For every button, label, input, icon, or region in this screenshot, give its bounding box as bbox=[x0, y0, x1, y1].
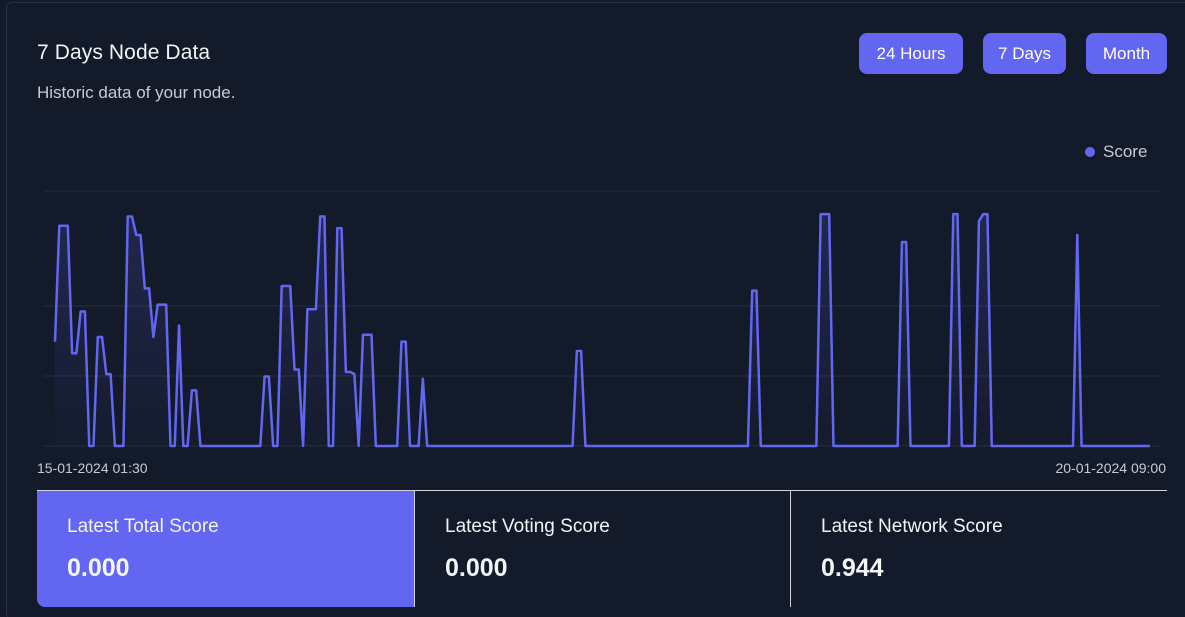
stat-value: 0.000 bbox=[445, 554, 508, 582]
stats-row: Latest Total Score 0.000 Latest Voting S… bbox=[37, 490, 1167, 607]
x-axis-start-label: 15-01-2024 01:30 bbox=[37, 460, 148, 476]
stat-value: 0.944 bbox=[821, 554, 884, 582]
stat-label: Latest Voting Score bbox=[445, 516, 610, 537]
score-area bbox=[55, 214, 1150, 446]
stat-latest-total-score: Latest Total Score 0.000 bbox=[37, 491, 414, 607]
stat-value: 0.000 bbox=[67, 554, 130, 582]
stat-label: Latest Total Score bbox=[67, 516, 219, 537]
stat-latest-network-score: Latest Network Score 0.944 bbox=[790, 491, 1167, 607]
x-axis-end-label: 20-01-2024 09:00 bbox=[1055, 460, 1166, 476]
stat-label: Latest Network Score bbox=[821, 516, 1003, 537]
stat-latest-voting-score: Latest Voting Score 0.000 bbox=[414, 491, 790, 607]
